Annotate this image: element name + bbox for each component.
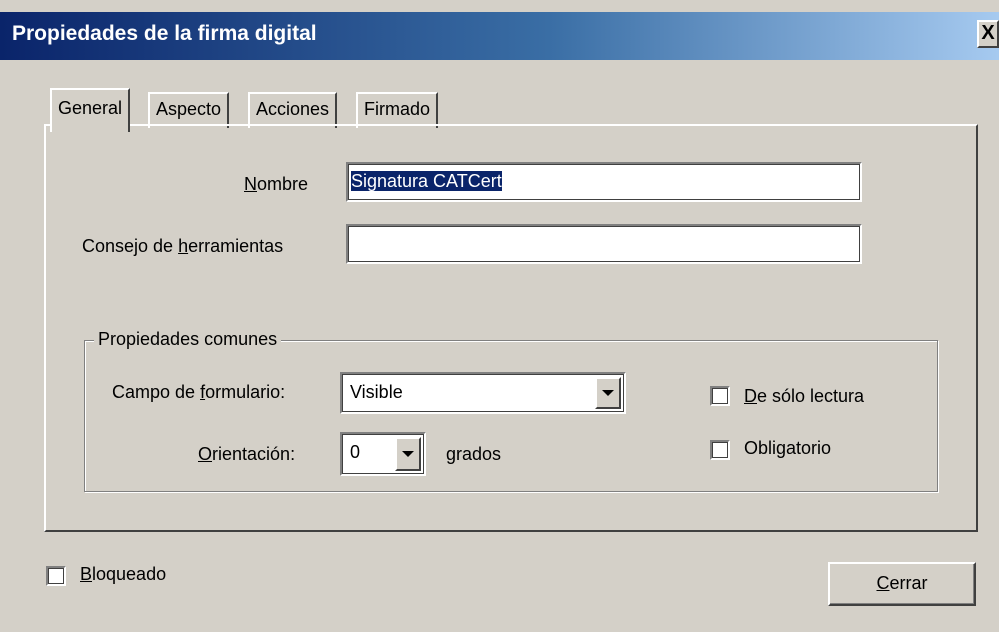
orientation-select-value: 0 (350, 442, 361, 462)
orientation-label: Orientación: (198, 444, 296, 464)
readonly-label[interactable]: De sólo lectura (744, 386, 864, 407)
tab-aspecto-label: Aspecto (156, 99, 222, 119)
locked-checkbox[interactable] (46, 566, 66, 586)
orientation-select[interactable]: 0 (340, 432, 426, 476)
chevron-down-icon[interactable] (595, 377, 621, 409)
form-field-select-value: Visible (350, 382, 403, 402)
tooltip-input[interactable] (346, 224, 862, 264)
name-label: Nombre (244, 174, 309, 194)
tab-general[interactable]: General (50, 88, 131, 132)
locked-label[interactable]: Bloqueado (80, 564, 166, 585)
tab-firmado[interactable]: Firmado (356, 92, 439, 128)
orientation-unit: grados (446, 444, 502, 464)
tab-aspecto[interactable]: Aspecto (148, 92, 230, 128)
common-properties-group (84, 340, 938, 492)
close-icon: X (981, 22, 995, 44)
dialog-window: Propiedades de la firma digital X Genera… (0, 0, 999, 632)
tooltip-label: Consejo de herramientas (82, 236, 284, 256)
name-input[interactable]: Signatura CATCert (346, 162, 862, 202)
chevron-down-icon[interactable] (395, 437, 421, 471)
dialog-title: Propiedades de la firma digital (12, 22, 317, 45)
form-field-select[interactable]: Visible (340, 372, 626, 414)
tab-firmado-label: Firmado (364, 99, 431, 119)
title-bar[interactable]: Propiedades de la firma digital X (0, 12, 999, 60)
form-field-label: Campo de formulario: (112, 382, 286, 402)
required-label[interactable]: Obligatorio (744, 438, 831, 459)
readonly-checkbox[interactable] (710, 386, 730, 406)
close-button[interactable]: Cerrar (828, 562, 976, 606)
required-checkbox[interactable] (710, 440, 730, 460)
close-window-button[interactable]: X (977, 20, 999, 48)
name-input-value: Signatura CATCert (351, 171, 502, 191)
tab-acciones[interactable]: Acciones (248, 92, 338, 128)
common-properties-legend: Propiedades comunes (94, 329, 282, 350)
tab-general-label: General (58, 98, 123, 118)
tab-acciones-label: Acciones (256, 99, 330, 119)
